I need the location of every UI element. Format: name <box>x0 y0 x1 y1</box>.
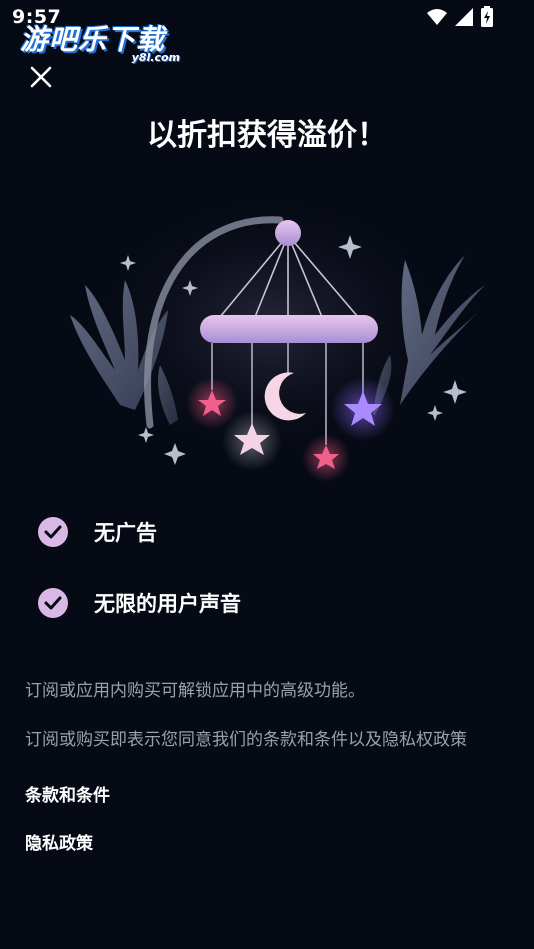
privacy-link[interactable]: 隐私政策 <box>25 829 93 854</box>
paywall-screen: 9:57 游吧乐下载 y8l.com 以折扣获得溢价！ 无广告 无限的用户声音 … <box>0 0 534 949</box>
check-circle-icon <box>38 517 68 547</box>
mobile-illustration <box>40 175 500 485</box>
watermark-domain: y8l.com <box>131 51 180 64</box>
baby-mobile-image <box>70 185 485 482</box>
feature-label: 无广告 <box>94 521 157 545</box>
battery-charging-icon <box>480 6 494 32</box>
feature-item-unlimited-voices: 无限的用户声音 <box>38 586 241 620</box>
terms-link[interactable]: 条款和条件 <box>25 781 110 806</box>
feature-label: 无限的用户声音 <box>94 592 241 616</box>
signal-icon <box>454 7 474 31</box>
check-circle-icon <box>38 588 68 618</box>
wifi-icon <box>426 7 448 31</box>
feature-item-no-ads: 无广告 <box>38 515 157 549</box>
status-icons <box>426 6 494 32</box>
close-icon <box>30 66 52 88</box>
page-title: 以折扣获得溢价！ <box>147 118 387 153</box>
close-button[interactable] <box>26 62 56 92</box>
watermark-logo: 游吧乐下载 y8l.com <box>18 18 188 66</box>
agreement-description: 订阅或购买即表示您同意我们的条款和条件以及隐私权政策 <box>25 730 467 750</box>
unlock-description: 订阅或应用内购买可解锁应用中的高级功能。 <box>25 681 365 701</box>
